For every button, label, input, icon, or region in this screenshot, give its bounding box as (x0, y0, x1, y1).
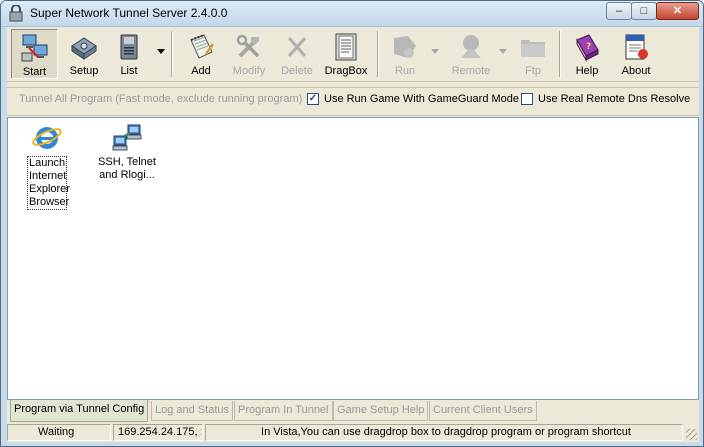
list-disk-icon (120, 34, 138, 60)
dragbox-label: DragBox (324, 65, 368, 77)
list-item-label: Launch Internet Explorer Browser (27, 156, 70, 210)
delete-button[interactable]: Delete (275, 29, 319, 79)
list-item[interactable]: Launch Internet Explorer Browser (12, 122, 82, 210)
remote-dropdown-arrow[interactable] (499, 49, 507, 54)
toolbar-separator (377, 31, 379, 77)
status-bar: Waiting 169.254.24.175, : In Vista,You c… (7, 423, 699, 442)
about-document-icon (625, 34, 648, 60)
about-label: About (621, 65, 651, 77)
run-dropdown-arrow[interactable] (431, 49, 439, 54)
ftp-label: Ftp (525, 65, 541, 77)
status-ip: 169.254.24.175, : (113, 424, 203, 441)
toolbar-separator (171, 31, 173, 77)
modify-button[interactable]: Modify (227, 29, 271, 79)
setup-label: Setup (69, 65, 99, 77)
app-window: Super Network Tunnel Server 2.4.0.0 – □ … (0, 0, 704, 447)
run-label: Run (394, 65, 416, 77)
status-message: In Vista,You can use dragdrop box to dra… (205, 424, 683, 441)
internet-explorer-icon (32, 127, 62, 149)
ftp-folder-icon (521, 40, 545, 57)
remote-button[interactable]: Remote (443, 29, 499, 79)
remote-dns-checkbox-box[interactable] (521, 93, 533, 105)
run-icon (394, 36, 416, 58)
list-dropdown-arrow[interactable] (157, 49, 165, 54)
dragbox-icon (335, 33, 357, 61)
tab-program-via-tunnel-config[interactable]: Program via Tunnel Config (10, 400, 149, 422)
resize-grip[interactable] (686, 429, 697, 440)
setup-button[interactable]: Setup (61, 29, 107, 79)
tools-icon (236, 34, 260, 58)
gameguard-checkbox-box[interactable]: ✓ (307, 93, 319, 105)
dragbox-button[interactable]: DragBox (321, 29, 371, 79)
tab-program-in-tunnel[interactable]: Program In Tunnel (234, 401, 333, 421)
toolbar: Start Setup List Add Modify Delete DragB… (7, 27, 699, 82)
network-connection-icon (112, 124, 142, 151)
network-computer-icon (21, 34, 47, 62)
delete-label: Delete (281, 65, 313, 77)
delete-x-icon (287, 37, 307, 57)
remote-label: Remote (451, 65, 491, 77)
start-button[interactable]: Start (11, 29, 58, 79)
program-list[interactable]: Launch Internet Explorer Browser SSH, Te… (7, 117, 699, 400)
list-label: List (120, 65, 138, 77)
notepad-add-icon (190, 34, 215, 59)
help-button[interactable]: ? Help (565, 29, 609, 79)
maximize-button[interactable]: □ (631, 2, 657, 20)
status-state: Waiting (7, 424, 111, 441)
options-divider (7, 87, 699, 88)
minimize-button[interactable]: – (606, 2, 632, 20)
client-area: Start Setup List Add Modify Delete DragB… (7, 27, 699, 442)
list-item[interactable]: SSH, Telnet and Rlogi... (92, 122, 162, 182)
app-icon (9, 5, 23, 22)
setup-icon (71, 37, 97, 60)
remote-dns-checkbox[interactable]: Use Real Remote Dns Resolve (521, 93, 690, 105)
toolbar-separator (559, 31, 561, 77)
tunnel-all-label[interactable]: Tunnel All Program (Fast mode, exclude r… (19, 93, 302, 105)
add-button[interactable]: Add (179, 29, 223, 79)
start-label: Start (22, 66, 47, 78)
window-title: Super Network Tunnel Server 2.4.0.0 (30, 6, 228, 20)
ftp-button[interactable]: Ftp (513, 29, 553, 79)
tab-strip: Program via Tunnel Config Log and Status… (7, 400, 699, 422)
remote-icon (461, 35, 481, 58)
about-button[interactable]: About (613, 29, 659, 79)
options-row: Tunnel All Program (Fast mode, exclude r… (7, 83, 699, 116)
modify-label: Modify (232, 65, 266, 77)
svg-text:?: ? (586, 42, 591, 52)
tab-log-and-status[interactable]: Log and Status (151, 401, 234, 421)
tab-current-client-users[interactable]: Current Client Users (429, 401, 537, 421)
remote-dns-checkbox-label: Use Real Remote Dns Resolve (538, 93, 691, 105)
help-book-icon: ? (576, 34, 599, 62)
help-label: Help (575, 65, 599, 77)
list-button[interactable]: List (109, 29, 149, 79)
add-label: Add (191, 65, 211, 77)
gameguard-checkbox-label: Use Run Game With GameGuard Mode (324, 93, 520, 105)
run-button[interactable]: Run (383, 29, 427, 79)
close-button[interactable]: ✕ (656, 2, 699, 20)
tab-game-setup-help[interactable]: Game Setup Help (333, 401, 429, 421)
gameguard-checkbox[interactable]: ✓ Use Run Game With GameGuard Mode (307, 93, 519, 105)
title-bar[interactable]: Super Network Tunnel Server 2.4.0.0 – □ … (1, 1, 703, 27)
list-item-label: SSH, Telnet and Rlogi... (98, 156, 156, 181)
